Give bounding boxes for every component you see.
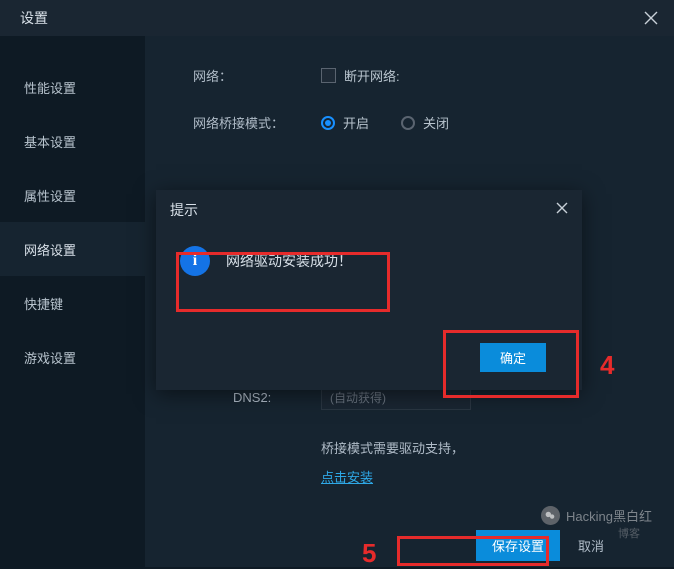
- modal-message: 网络驱动安装成功！: [226, 251, 352, 271]
- sidebar-item-network[interactable]: 网络设置: [0, 222, 145, 276]
- sidebar: 性能设置 基本设置 属性设置 网络设置 快捷键 游戏设置: [0, 36, 145, 567]
- annotation-number-5: 5: [362, 538, 376, 569]
- modal-footer: 确定: [480, 343, 546, 372]
- radio-off[interactable]: 关闭: [401, 113, 449, 132]
- annotation-number-4: 4: [600, 350, 614, 381]
- install-link[interactable]: 点击安装: [321, 470, 373, 485]
- radio-icon[interactable]: [401, 116, 415, 130]
- sidebar-item-label: 性能设置: [24, 78, 76, 97]
- sidebar-item-attribute[interactable]: 属性设置: [0, 168, 145, 222]
- watermark-text: Hacking黑白红: [566, 506, 652, 525]
- cancel-button[interactable]: 取消: [578, 536, 604, 555]
- sidebar-item-label: 快捷键: [24, 294, 63, 313]
- checkbox-icon[interactable]: [321, 68, 336, 83]
- sidebar-item-basic[interactable]: 基本设置: [0, 114, 145, 168]
- bridge-hint: 桥接模式需要驱动支持，: [321, 438, 674, 457]
- wechat-icon: [541, 506, 560, 525]
- sidebar-item-label: 属性设置: [24, 186, 76, 205]
- close-icon[interactable]: [640, 7, 662, 29]
- row-bridge: 网络桥接模式： 开启 关闭: [193, 113, 674, 132]
- modal-body: i 网络驱动安装成功！: [156, 230, 582, 284]
- row-network: 网络： 断开网络:: [193, 66, 674, 85]
- label-bridge: 网络桥接模式：: [193, 113, 321, 132]
- disconnect-group[interactable]: 断开网络:: [321, 66, 400, 85]
- label-dns2: DNS2:: [193, 390, 321, 405]
- ok-button[interactable]: 确定: [480, 343, 546, 372]
- sidebar-item-performance[interactable]: 性能设置: [0, 60, 145, 114]
- info-icon: i: [180, 246, 210, 276]
- radio-on-label: 开启: [343, 113, 369, 132]
- radio-on[interactable]: 开启: [321, 113, 369, 132]
- watermark-sub: 博客: [618, 525, 640, 541]
- radio-icon[interactable]: [321, 116, 335, 130]
- sidebar-item-label: 基本设置: [24, 132, 76, 151]
- disconnect-label: 断开网络:: [344, 66, 400, 85]
- window-title: 设置: [20, 8, 48, 28]
- titlebar: 设置: [0, 0, 674, 36]
- save-button[interactable]: 保存设置: [476, 530, 560, 561]
- label-network: 网络：: [193, 66, 321, 85]
- sidebar-item-label: 游戏设置: [24, 348, 76, 367]
- sidebar-item-label: 网络设置: [24, 240, 76, 259]
- modal-title: 提示: [170, 200, 198, 220]
- footer-buttons: 保存设置 取消: [476, 530, 604, 561]
- bridge-radio-group: 开启 关闭: [321, 113, 449, 132]
- sidebar-item-game[interactable]: 游戏设置: [0, 330, 145, 384]
- modal-dialog: 提示 i 网络驱动安装成功！ 确定: [156, 190, 582, 390]
- sidebar-item-shortcut[interactable]: 快捷键: [0, 276, 145, 330]
- modal-close-icon[interactable]: [556, 201, 568, 219]
- radio-off-label: 关闭: [423, 113, 449, 132]
- modal-header: 提示: [156, 190, 582, 230]
- watermark: Hacking黑白红: [541, 506, 652, 525]
